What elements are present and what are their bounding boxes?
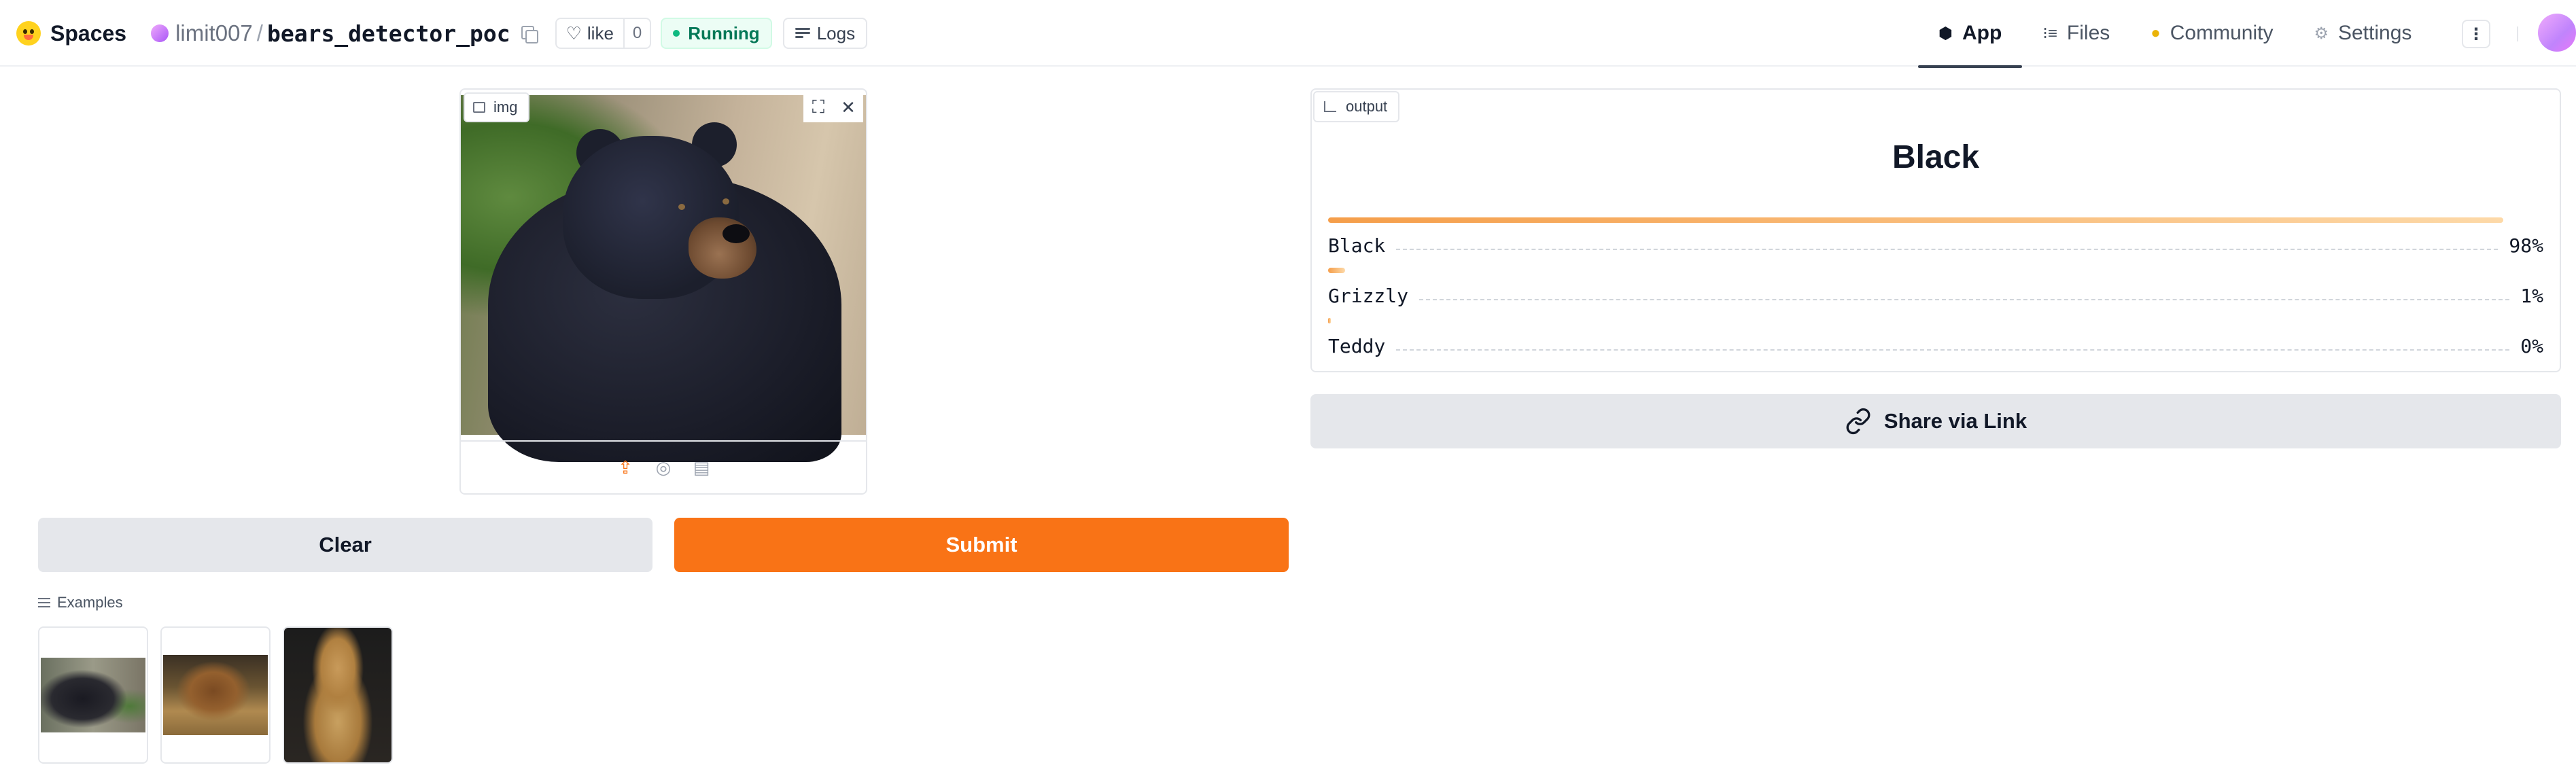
cube-icon: ⬢ xyxy=(1938,24,1953,43)
status-badge[interactable]: Running xyxy=(661,18,772,49)
chart-icon xyxy=(1324,101,1336,112)
space-nav: ⬢ App ⁝≡ Files ● Community ⚙ Settings xyxy=(1918,0,2432,68)
image-input-label: img xyxy=(464,92,530,122)
share-label: Share via Link xyxy=(1883,409,2027,433)
image-icon xyxy=(473,102,485,113)
repo-name-link[interactable]: bears_detector_poc xyxy=(267,20,510,47)
example-item-teddy-bear[interactable] xyxy=(283,626,393,764)
heart-icon: ♡ xyxy=(565,22,582,43)
close-icon[interactable]: ✕ xyxy=(833,92,863,122)
community-icon: ● xyxy=(2151,24,2161,42)
confidence-percent: 0% xyxy=(2520,335,2543,357)
tab-settings[interactable]: ⚙ Settings xyxy=(2293,0,2432,67)
like-count[interactable]: 0 xyxy=(623,19,650,48)
fullscreen-icon[interactable]: ⛶ xyxy=(803,92,833,122)
tab-community-label: Community xyxy=(2170,22,2274,44)
logs-button[interactable]: Logs xyxy=(782,18,868,49)
output-label-text: output xyxy=(1346,98,1388,115)
tab-files-label: Files xyxy=(2066,22,2110,44)
share-via-link-button[interactable]: Share via Link xyxy=(1310,394,2561,448)
top-header: Spaces limit007 / bears_detector_poc ♡ l… xyxy=(0,0,2576,68)
webcam-icon[interactable]: ◎ xyxy=(653,457,674,478)
tab-app-label: App xyxy=(1962,22,2002,44)
image-input-panel[interactable]: img ⛶ ✕ ⇪ ◎ ▤ xyxy=(459,88,867,495)
gear-icon: ⚙ xyxy=(2314,24,2329,43)
example-thumbnail xyxy=(284,628,391,762)
status-label: Running xyxy=(688,22,760,43)
confidence-label: Teddy xyxy=(1328,335,1386,357)
confidence-percent: 1% xyxy=(2520,285,2543,307)
confidence-bar xyxy=(1328,268,1345,273)
like-button[interactable]: ♡ like xyxy=(557,19,623,48)
confidence-label: Grizzly xyxy=(1328,285,1409,307)
like-label: like xyxy=(587,22,614,43)
status-dot-icon xyxy=(673,30,680,37)
tab-settings-label: Settings xyxy=(2337,22,2412,44)
output-panel: output Black Black 98% Grizzly 1% Teddy … xyxy=(1310,88,2561,372)
example-item-grizzly-bear[interactable] xyxy=(160,626,271,764)
input-image xyxy=(461,95,866,462)
tab-community[interactable]: ● Community xyxy=(2130,0,2293,67)
user-avatar[interactable] xyxy=(2538,14,2576,52)
confidence-bar xyxy=(1328,217,2503,223)
link-icon xyxy=(1846,408,1870,435)
examples-header: Examples xyxy=(38,594,123,611)
files-icon: ⁝≡ xyxy=(2042,24,2057,43)
confidence-label: Black xyxy=(1328,234,1386,257)
clear-button[interactable]: Clear xyxy=(38,518,652,572)
image-toolbar: ⛶ ✕ xyxy=(803,92,863,122)
owner-avatar xyxy=(151,24,169,42)
header-divider xyxy=(2517,26,2518,41)
confidence-bar xyxy=(1328,318,1331,323)
huggingface-logo-icon[interactable] xyxy=(16,21,41,46)
confidence-percent: 98% xyxy=(2509,234,2543,257)
example-item-black-bear[interactable] xyxy=(38,626,148,764)
predicted-label: Black xyxy=(1892,139,1980,175)
list-icon xyxy=(38,597,50,608)
upload-icon[interactable]: ⇪ xyxy=(615,457,636,478)
image-input-label-text: img xyxy=(493,99,518,116)
path-separator: / xyxy=(256,20,263,46)
clipboard-icon[interactable]: ▤ xyxy=(691,457,712,478)
output-label: output xyxy=(1313,91,1400,122)
image-source-bar: ⇪ ◎ ▤ xyxy=(461,440,866,493)
owner-link[interactable]: limit007 xyxy=(175,20,253,46)
copy-icon[interactable] xyxy=(520,24,538,43)
like-widget: ♡ like 0 xyxy=(555,18,652,49)
examples-label: Examples xyxy=(57,594,123,611)
space-identity: Spaces limit007 / bears_detector_poc ♡ l… xyxy=(16,0,868,67)
example-thumbnail xyxy=(41,658,145,732)
tab-app[interactable]: ⬢ App xyxy=(1918,0,2023,68)
spaces-link[interactable]: Spaces xyxy=(50,21,126,46)
example-thumbnail xyxy=(163,655,268,735)
logs-icon xyxy=(795,28,810,39)
more-options-button[interactable]: ⋮ xyxy=(2462,20,2490,48)
submit-button[interactable]: Submit xyxy=(674,518,1289,572)
logs-label: Logs xyxy=(816,22,856,43)
tab-files[interactable]: ⁝≡ Files xyxy=(2022,0,2130,67)
